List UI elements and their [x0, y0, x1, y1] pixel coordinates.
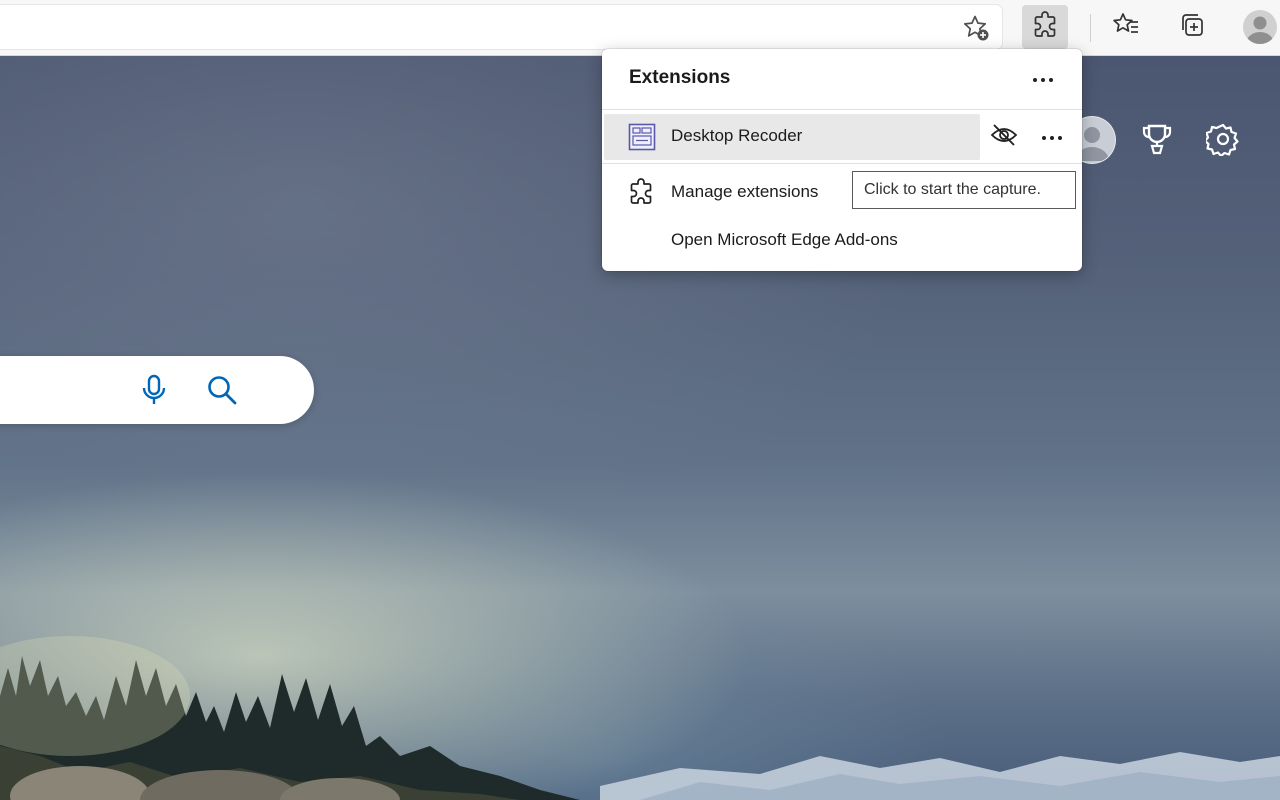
- extension-more-button[interactable]: [1032, 119, 1072, 155]
- divider: [602, 109, 1082, 110]
- favorites-star-icon: [1112, 11, 1140, 44]
- manage-extensions-item[interactable]: Manage extensions: [602, 169, 842, 215]
- profile-avatar[interactable]: [1243, 10, 1277, 44]
- extensions-button[interactable]: [1022, 5, 1068, 49]
- open-edge-addons-label: Open Microsoft Edge Add-ons: [671, 230, 898, 249]
- divider: [602, 163, 1082, 164]
- extensions-more-button[interactable]: [1022, 63, 1064, 95]
- browser-toolbar: [0, 0, 1280, 56]
- microphone-icon[interactable]: [136, 372, 172, 408]
- extension-item-desktop-recoder[interactable]: Desktop Recoder: [604, 114, 980, 160]
- favorites-button[interactable]: [1103, 5, 1149, 49]
- open-edge-addons-item[interactable]: Open Microsoft Edge Add-ons: [602, 217, 982, 263]
- star-add-icon[interactable]: [960, 12, 992, 44]
- extension-name: Desktop Recoder: [671, 126, 803, 145]
- eye-hidden-icon: [990, 123, 1018, 152]
- gear-icon[interactable]: [1204, 120, 1242, 158]
- extension-tooltip: Click to start the capture.: [852, 171, 1076, 209]
- toolbar-separator: [1090, 14, 1091, 42]
- extension-visibility-toggle[interactable]: [984, 119, 1024, 155]
- more-horizontal-icon: [1032, 70, 1054, 88]
- collections-icon: [1178, 11, 1206, 44]
- trophy-icon[interactable]: [1138, 120, 1176, 158]
- extensions-panel: Extensions Desktop Recoder Manage extens…: [602, 49, 1082, 271]
- web-search-box[interactable]: [0, 356, 314, 424]
- desktop-recorder-icon: [628, 123, 656, 151]
- address-bar[interactable]: [0, 5, 1002, 49]
- search-icon[interactable]: [204, 372, 240, 408]
- collections-button[interactable]: [1169, 5, 1215, 49]
- extensions-panel-title: Extensions: [629, 67, 731, 88]
- browser-window: Extensions Desktop Recoder Manage extens…: [0, 0, 1280, 800]
- more-horizontal-icon: [1041, 128, 1063, 146]
- puzzle-icon: [1031, 10, 1059, 44]
- puzzle-icon: [627, 178, 655, 206]
- manage-extensions-label: Manage extensions: [671, 182, 819, 201]
